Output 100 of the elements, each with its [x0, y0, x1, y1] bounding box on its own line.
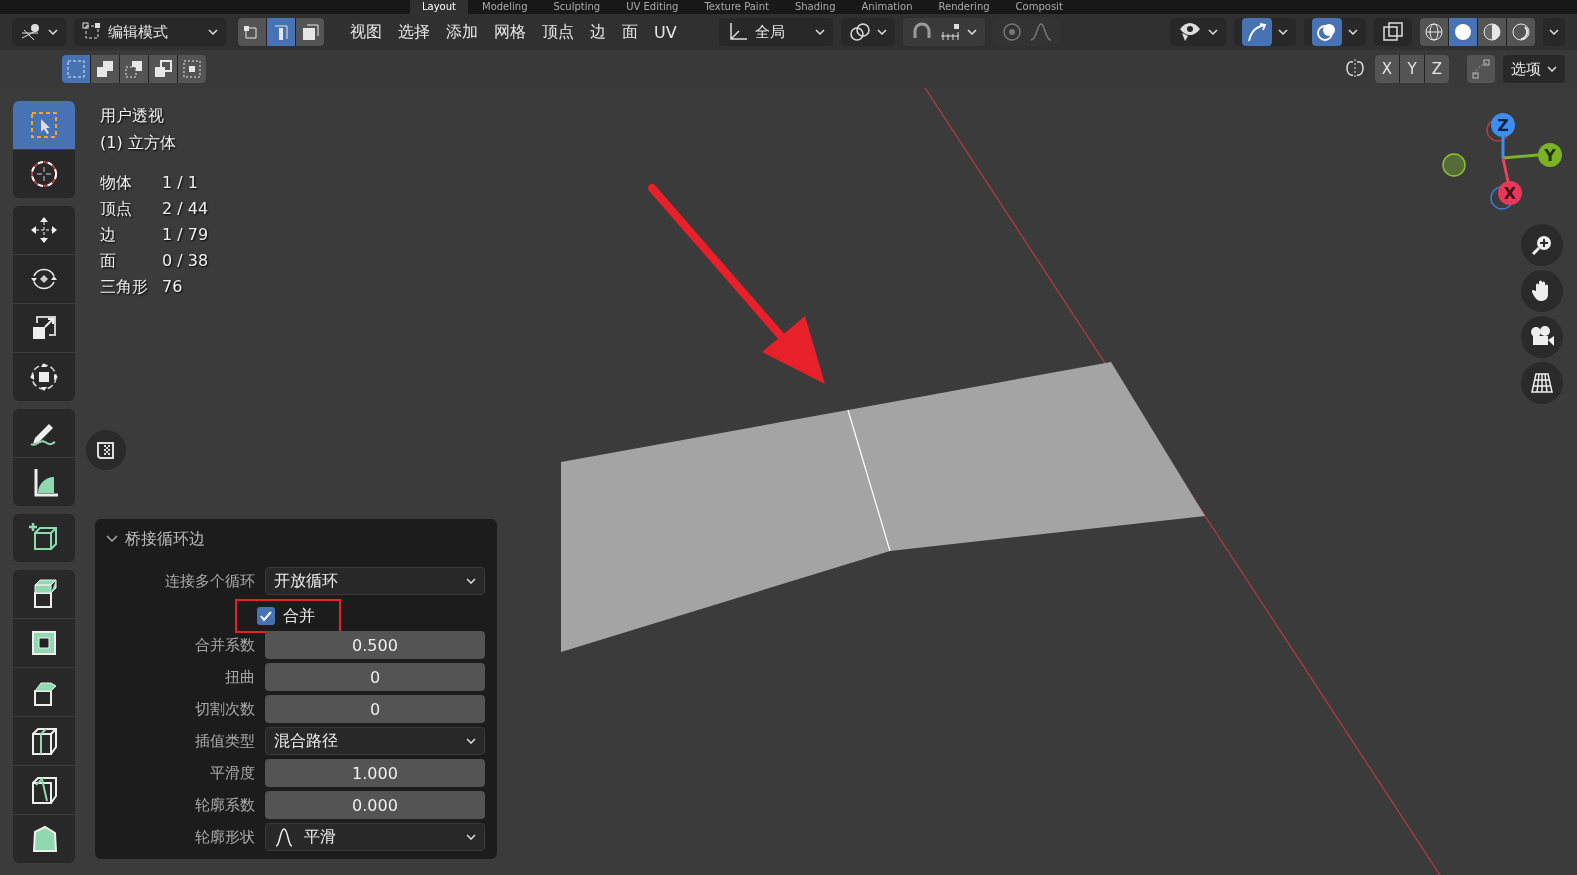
inset-tool-button[interactable]: [13, 619, 75, 667]
extrude-tool-button[interactable]: [13, 570, 75, 618]
rendered-shading-button[interactable]: [1507, 18, 1535, 46]
pan-button[interactable]: [1521, 270, 1563, 312]
options-dropdown[interactable]: 选项: [1503, 55, 1565, 83]
checkbox[interactable]: [257, 607, 275, 625]
invert-selection-mode-button[interactable]: [149, 55, 177, 83]
number-field[interactable]: 1.000: [265, 759, 485, 787]
dropdown[interactable]: 平滑: [265, 823, 485, 851]
field-label: 合并系数: [194, 635, 255, 655]
dropdown[interactable]: 开放循环: [265, 567, 485, 595]
checkmark-icon: [259, 609, 273, 623]
caret-icon: [1549, 29, 1559, 35]
panel-header[interactable]: 桥接循环边: [105, 525, 205, 553]
add-cube-tool-button[interactable]: [13, 514, 75, 562]
subtract-selection-mode-button[interactable]: [120, 55, 148, 83]
workspace-tab[interactable]: Animation: [849, 0, 925, 14]
workspace-tab[interactable]: Rendering: [926, 0, 1002, 14]
menu-item[interactable]: 顶点: [534, 21, 582, 43]
caret-icon: [466, 578, 476, 584]
stat-label: 边: [100, 224, 117, 246]
field-label: 插值类型: [194, 731, 255, 751]
number-field[interactable]: 0: [265, 695, 485, 723]
bevel-tool-button[interactable]: [13, 668, 75, 716]
knife-tool-button[interactable]: [13, 766, 75, 814]
intersect-selection-mode-button[interactable]: [178, 55, 206, 83]
falloff-curve-icon: [1028, 22, 1053, 42]
workspace-tab[interactable]: Texture Paint: [692, 0, 781, 14]
workspace-tab[interactable]: Layout: [410, 0, 468, 14]
axis-gizmo[interactable]: Z Y X: [1423, 110, 1563, 210]
extend-selection-mode-button[interactable]: [91, 55, 119, 83]
shading-options-button[interactable]: [1543, 18, 1565, 46]
field-label: 轮廓系数: [194, 795, 255, 815]
menu-item[interactable]: 边: [582, 21, 614, 43]
transform-tool-button[interactable]: [13, 353, 75, 401]
snap-increment-icon: [938, 22, 961, 42]
face-select-mode-button[interactable]: [296, 18, 324, 46]
mode-dropdown[interactable]: 编辑模式: [74, 18, 226, 46]
menu-item[interactable]: 面: [614, 21, 646, 43]
polybuild-tool-button[interactable]: [13, 815, 75, 863]
auto-merge-icon: [1471, 59, 1491, 79]
camera-view-button[interactable]: [1521, 316, 1563, 358]
scale-tool-button[interactable]: [13, 304, 75, 352]
menu-item[interactable]: 选择: [390, 21, 438, 43]
stat-value: 1 / 1: [162, 172, 199, 194]
caret-icon: [966, 29, 977, 35]
overlays-toggle[interactable]: [1304, 18, 1366, 46]
number-field[interactable]: 0.000: [265, 791, 485, 819]
workspace-tab[interactable]: Modeling: [470, 0, 540, 14]
gizmo-toggle[interactable]: [1234, 18, 1296, 46]
snap-toggle[interactable]: [902, 18, 985, 46]
wireframe-shading-button[interactable]: [1420, 18, 1448, 46]
mirror-axis-toggle[interactable]: Y: [1400, 55, 1424, 83]
stat-value: 0 / 38: [162, 250, 209, 272]
caret-icon: [1547, 66, 1557, 72]
cursor-tool-button[interactable]: [13, 150, 75, 198]
dropdown[interactable]: 混合路径: [265, 727, 485, 755]
vertex-select-mode-button[interactable]: [238, 18, 266, 46]
view-name: 用户透视: [100, 105, 164, 127]
pivot-point-dropdown[interactable]: [840, 18, 895, 46]
measure-tool-button[interactable]: [13, 458, 75, 506]
stat-value: 1 / 79: [162, 224, 209, 246]
zoom-button[interactable]: [1521, 224, 1563, 266]
material-shading-button[interactable]: [1478, 18, 1506, 46]
menu-item[interactable]: 视图: [342, 21, 390, 43]
stat-value: 2 / 44: [162, 198, 209, 220]
mirror-axis-toggle[interactable]: Z: [1425, 55, 1449, 83]
loopcut-tool-button[interactable]: [13, 717, 75, 765]
set-box-select-icon: [66, 59, 86, 79]
mirror-axis-toggle[interactable]: X: [1375, 55, 1399, 83]
asset-shelf-button[interactable]: [86, 430, 126, 470]
eye-icon: [1178, 21, 1202, 43]
extend-box-select-icon: [95, 59, 115, 79]
caret-icon: [48, 29, 58, 35]
caret-icon: [466, 834, 476, 840]
workspace-tab[interactable]: UV Editing: [614, 0, 691, 14]
rotate-tool-button[interactable]: [13, 255, 75, 303]
number-field[interactable]: 0: [265, 663, 485, 691]
menu-item[interactable]: 添加: [438, 21, 486, 43]
menu-item[interactable]: UV: [646, 21, 685, 43]
annotate-tool-button[interactable]: [13, 409, 75, 457]
stat-label: 物体: [100, 172, 133, 194]
caret-icon: [876, 29, 887, 35]
xray-toggle[interactable]: [1374, 18, 1412, 46]
workspace-tab[interactable]: Sculpting: [541, 0, 613, 14]
solid-sphere-icon: [1453, 22, 1473, 42]
auto-merge-toggle[interactable]: [1467, 55, 1495, 83]
visibility-dropdown[interactable]: [1170, 18, 1226, 46]
menu-item[interactable]: 网格: [486, 21, 534, 43]
orientation-dropdown[interactable]: 全局: [718, 18, 833, 46]
perspective-toggle-button[interactable]: [1521, 362, 1563, 404]
edge-select-mode-button[interactable]: [267, 18, 295, 46]
field-label: 轮廓形状: [194, 827, 255, 847]
editor-type-button[interactable]: [12, 18, 66, 46]
workspace-tab[interactable]: Shading: [782, 0, 848, 14]
stat-label: 三角形: [100, 276, 149, 298]
workspace-tab[interactable]: Composit: [1003, 0, 1075, 14]
number-field[interactable]: 0.500: [265, 631, 485, 659]
solid-shading-button[interactable]: [1449, 18, 1477, 46]
move-tool-button[interactable]: [13, 206, 75, 254]
